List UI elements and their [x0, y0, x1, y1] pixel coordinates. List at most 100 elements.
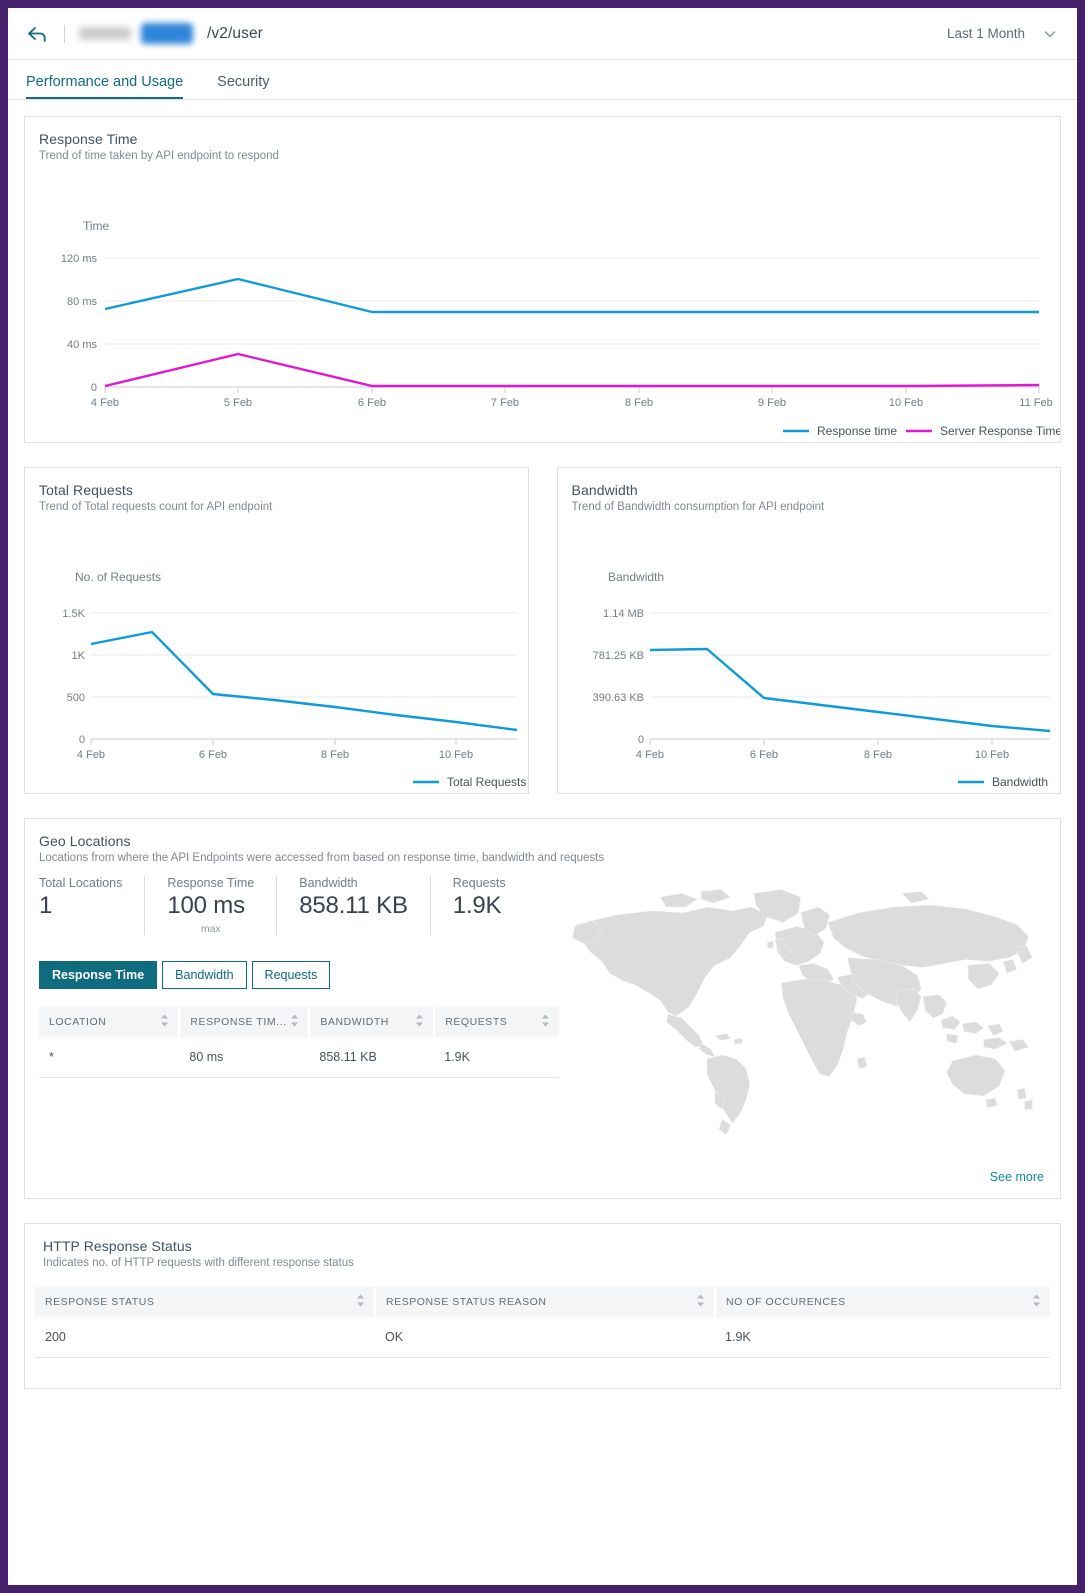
svg-text:8 Feb: 8 Feb — [625, 397, 653, 409]
cell-response-status: 200 — [35, 1317, 376, 1359]
svg-text:0: 0 — [91, 382, 97, 394]
column-label: REQUESTS — [445, 1016, 508, 1028]
svg-text:120 ms: 120 ms — [61, 253, 98, 265]
table-row[interactable]: 200 OK 1.9K — [35, 1317, 1050, 1359]
cell-response-time: 80 ms — [179, 1037, 310, 1078]
column-header-response-status[interactable]: RESPONSE STATUS — [35, 1287, 377, 1318]
card-subtitle: Trend of Bandwidth consumption for API e… — [571, 501, 825, 513]
tab-security[interactable]: Security — [217, 74, 269, 99]
series-bandwidth — [649, 647, 1050, 733]
geo-left-panel: Total Locations 1 Response Time 100 ms m… — [39, 864, 559, 1160]
card-subtitle: Locations from where the API Endpoints w… — [39, 852, 605, 864]
svg-text:10 Feb: 10 Feb — [974, 749, 1008, 761]
svg-text:11 Feb: 11 Feb — [1019, 397, 1052, 409]
sort-icon[interactable] — [290, 1014, 299, 1031]
stat-label: Requests — [452, 876, 506, 890]
column-header-no-of-occurences[interactable]: NO OF OCCURENCES — [715, 1287, 1050, 1318]
svg-text:7 Feb: 7 Feb — [491, 397, 519, 409]
legend-total-requests: Total Requests — [447, 775, 526, 789]
column-label: RESPONSE STATUS REASON — [386, 1296, 547, 1309]
cell-no-of-occurences: 1.9K — [715, 1317, 1050, 1359]
svg-text:500: 500 — [67, 692, 85, 704]
svg-text:Bandwidth: Bandwidth — [608, 570, 664, 584]
svg-text:4 Feb: 4 Feb — [635, 749, 663, 761]
svg-text:10 Feb: 10 Feb — [889, 397, 923, 409]
stat-requests: Requests 1.9K — [431, 876, 528, 935]
svg-text:10 Feb: 10 Feb — [439, 749, 473, 761]
time-range-selector[interactable]: Last 1 Month — [947, 26, 1057, 41]
geo-metric-toggle: Response Time Bandwidth Requests — [39, 961, 559, 989]
segment-response-time[interactable]: Response Time — [39, 961, 158, 989]
cell-bandwidth: 858.11 KB — [309, 1037, 435, 1078]
app-window: /v2/user Last 1 Month Performance and Us… — [8, 8, 1077, 1585]
svg-text:781.25 KB: 781.25 KB — [592, 650, 643, 662]
column-label: RESPONSE TIM... — [190, 1016, 287, 1028]
card-header: Geo Locations Locations from where the A… — [25, 819, 1060, 864]
stat-label: Response Time — [167, 876, 255, 890]
geo-stats: Total Locations 1 Response Time 100 ms m… — [39, 876, 559, 935]
sort-icon[interactable] — [356, 1294, 365, 1311]
card-response-time: Response Time Trend of time taken by API… — [24, 116, 1061, 443]
card-title: HTTP Response Status — [43, 1238, 192, 1255]
page-header: /v2/user Last 1 Month — [8, 8, 1077, 60]
geo-body: Total Locations 1 Response Time 100 ms m… — [25, 864, 1060, 1160]
table-row[interactable]: * 80 ms 858.11 KB 1.9K — [39, 1037, 559, 1078]
tab-performance-and-usage[interactable]: Performance and Usage — [26, 74, 184, 99]
column-header-location[interactable]: LOCATION — [39, 1007, 181, 1037]
column-header-response-status-reason[interactable]: RESPONSE STATUS REASON — [375, 1287, 717, 1318]
card-header: HTTP Response Status Indicates no. of HT… — [25, 1224, 1060, 1269]
main-content: Response Time Trend of time taken by API… — [8, 100, 1077, 1390]
sort-icon[interactable] — [415, 1014, 424, 1031]
segment-requests[interactable]: Requests — [251, 961, 331, 989]
chart-bandwidth: Bandwidth 1.14 MB 781.25 KB 390.63 KB 0 — [558, 513, 1061, 793]
chart-total-requests: No. of Requests 1.5K 1K 500 0 4 Feb 6 Fe… — [25, 513, 528, 793]
world-map — [559, 864, 1046, 1160]
time-range-label: Last 1 Month — [946, 26, 1025, 41]
card-bandwidth: Bandwidth Trend of Bandwidth consumption… — [556, 467, 1061, 794]
sort-icon[interactable] — [541, 1014, 550, 1031]
series-server-response-time — [104, 352, 1040, 388]
cell-requests: 1.9K — [434, 1037, 559, 1078]
sort-icon[interactable] — [160, 1014, 169, 1031]
stat-value: 1 — [39, 892, 53, 919]
column-label: NO OF OCCURENCES — [726, 1296, 846, 1309]
redacted-badge — [141, 23, 193, 44]
cell-location: * — [39, 1037, 180, 1078]
column-label: LOCATION — [49, 1016, 107, 1028]
stat-value: 100 ms — [167, 892, 245, 919]
see-more-link[interactable]: See more — [25, 1160, 1060, 1198]
stat-value: 1.9K — [452, 892, 502, 919]
stat-bandwidth: Bandwidth 858.11 KB — [277, 876, 431, 935]
column-header-requests[interactable]: REQUESTS — [434, 1007, 559, 1037]
legend-bandwidth: Bandwidth — [992, 775, 1048, 789]
sort-icon[interactable] — [696, 1294, 705, 1311]
back-arrow-icon[interactable] — [22, 19, 52, 49]
redacted-name — [79, 27, 131, 40]
segment-bandwidth[interactable]: Bandwidth — [162, 961, 247, 989]
svg-text:4 Feb: 4 Feb — [91, 397, 119, 409]
column-header-bandwidth[interactable]: BANDWIDTH — [309, 1007, 436, 1037]
column-header-response-time[interactable]: RESPONSE TIM... — [179, 1007, 311, 1037]
svg-text:6 Feb: 6 Feb — [749, 749, 777, 761]
card-subtitle: Trend of time taken by API endpoint to r… — [39, 150, 279, 162]
card-title: Geo Locations — [39, 833, 131, 849]
endpoint-path: /v2/user — [207, 24, 263, 42]
series-total-requests — [90, 630, 518, 732]
svg-text:0: 0 — [79, 734, 85, 746]
card-http-response-status: HTTP Response Status Indicates no. of HT… — [24, 1223, 1061, 1390]
geo-locations-table: LOCATION RESPONSE TIM... BANDWIDTH REQUE… — [39, 1007, 559, 1078]
card-title: Total Requests — [39, 482, 134, 498]
stat-total-locations: Total Locations 1 — [39, 876, 146, 935]
svg-text:1.14 MB: 1.14 MB — [603, 608, 644, 620]
stat-value: 858.11 KB — [299, 892, 408, 919]
tab-bar: Performance and Usage Security — [8, 60, 1077, 100]
card-header: Total Requests Trend of Total requests c… — [25, 468, 528, 513]
card-subtitle: Trend of Total requests count for API en… — [39, 501, 273, 513]
sort-icon[interactable] — [1032, 1294, 1041, 1311]
svg-text:80 ms: 80 ms — [67, 296, 97, 308]
svg-text:8 Feb: 8 Feb — [321, 749, 349, 761]
stat-label: Bandwidth — [299, 876, 358, 890]
svg-text:5 Feb: 5 Feb — [224, 397, 252, 409]
card-title: Response Time — [39, 131, 138, 147]
series-response-time — [104, 277, 1039, 314]
